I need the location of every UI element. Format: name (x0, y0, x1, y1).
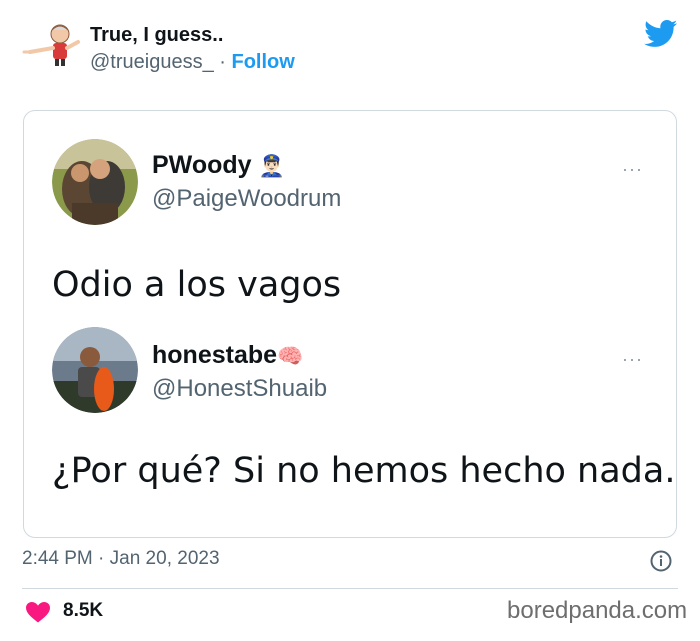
honestabe-avatar[interactable] (52, 327, 138, 413)
like-count[interactable]: 8.5K (63, 600, 103, 622)
heart-icon[interactable] (25, 601, 51, 623)
quoted-tweet-text: Odio a los vagos (52, 265, 342, 305)
embedded-image-card[interactable]: PWoody 👮🏻‍♂️ @PaigeWoodrum ··· Odio a lo… (23, 110, 677, 538)
handle-separator: · (219, 51, 226, 73)
quoted-tweet-2: honestabe🧠 @HonestShuaib ··· ¿Por qué? S… (24, 311, 676, 537)
author-handle-row: @trueiguess_ · Follow (90, 51, 295, 74)
pwoody-name[interactable]: PWoody 👮🏻‍♂️ (152, 151, 285, 180)
brain-emoji-icon: 🧠 (277, 345, 304, 368)
info-icon[interactable] (650, 550, 672, 572)
honestabe-name[interactable]: honestabe🧠 (152, 341, 303, 370)
pwoody-avatar[interactable] (52, 139, 138, 225)
twitter-bird-icon[interactable] (644, 20, 678, 48)
police-emoji-icon: 👮🏻‍♂️ (258, 155, 285, 178)
author-name[interactable]: True, I guess.. (90, 24, 223, 47)
quoted-name-text: honestabe (152, 341, 278, 369)
quoted-name-text: PWoody (152, 151, 252, 179)
quoted-tweet-text: ¿Por qué? Si no hemos hecho nada. (52, 451, 676, 491)
author-handle[interactable]: @trueiguess_ (90, 51, 214, 73)
honestabe-handle[interactable]: @HonestShuaib (152, 375, 327, 403)
follow-button[interactable]: Follow (232, 51, 295, 73)
tweet-header: True, I guess.. @trueiguess_ · Follow (0, 0, 700, 90)
author-avatar[interactable] (22, 22, 82, 66)
divider (22, 588, 678, 589)
pwoody-handle[interactable]: @PaigeWoodrum (152, 185, 341, 213)
quoted-tweet-1: PWoody 👮🏻‍♂️ @PaigeWoodrum ··· Odio a lo… (24, 111, 676, 311)
more-options-icon[interactable]: ··· (622, 349, 643, 370)
more-options-icon[interactable]: ··· (622, 159, 643, 180)
tweet-timestamp[interactable]: 2:44 PM · Jan 20, 2023 (22, 548, 220, 570)
watermark: boredpanda.com (507, 597, 688, 624)
